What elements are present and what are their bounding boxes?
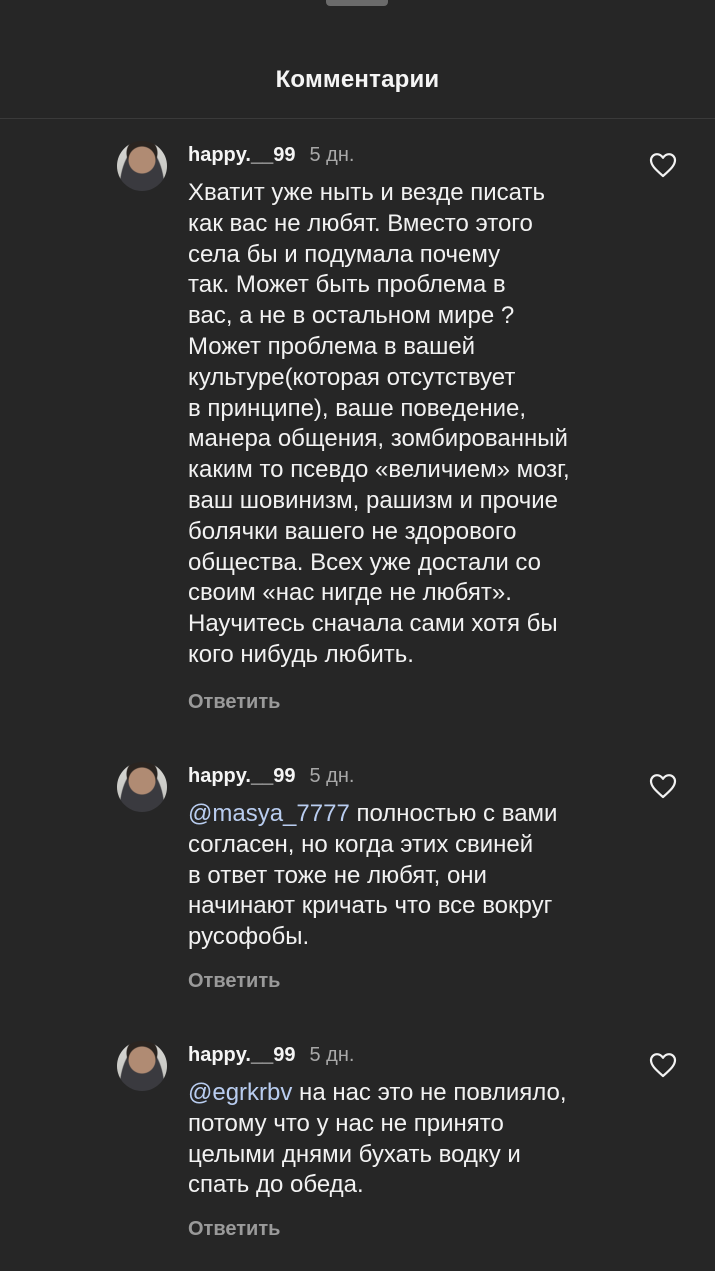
page-title: Комментарии	[275, 66, 440, 93]
comment-item: happy.__99 5 дн. @egrkrbv на нас это не п…	[0, 1041, 715, 1251]
comment-time: 5 дн.	[309, 144, 355, 166]
comment-time: 5 дн.	[309, 1044, 355, 1066]
comment-mention[interactable]: @egrkrbv	[188, 1079, 292, 1106]
comment-body: Хватит уже ныть и везде писать как вас н…	[188, 179, 570, 668]
comment-username[interactable]: happy.__99	[188, 144, 295, 166]
avatar[interactable]	[117, 1041, 167, 1091]
comment-text: Хватит уже ныть и везде писать как вас н…	[188, 178, 628, 671]
comment-meta: happy.__99 5 дн.	[188, 143, 354, 167]
reply-button[interactable]: Ответить	[188, 691, 280, 714]
reply-button[interactable]: Ответить	[188, 970, 280, 993]
comment-username[interactable]: happy.__99	[188, 765, 295, 787]
reply-button[interactable]: Ответить	[188, 1218, 280, 1241]
comment-text: @masya_7777 полностью с вами согласен, н…	[188, 799, 628, 953]
comment-username[interactable]: happy.__99	[188, 1044, 295, 1066]
comment-meta: happy.__99 5 дн.	[188, 764, 354, 788]
comments-header: Комментарии	[0, 0, 715, 119]
heart-outline-icon[interactable]	[649, 773, 677, 799]
heart-outline-icon[interactable]	[649, 152, 677, 178]
comment-item: happy.__99 5 дн. @masya_7777 полностью с …	[0, 762, 715, 1002]
heart-outline-icon[interactable]	[649, 1052, 677, 1078]
comment-item: happy.__99 5 дн. Хватит уже ныть и везде …	[0, 141, 715, 721]
avatar[interactable]	[117, 141, 167, 191]
comment-text: @egrkrbv на нас это не повлияло, потому …	[188, 1078, 628, 1201]
comment-time: 5 дн.	[309, 765, 355, 787]
avatar[interactable]	[117, 762, 167, 812]
comment-mention[interactable]: @masya_7777	[188, 800, 350, 827]
comment-meta: happy.__99 5 дн.	[188, 1043, 354, 1067]
